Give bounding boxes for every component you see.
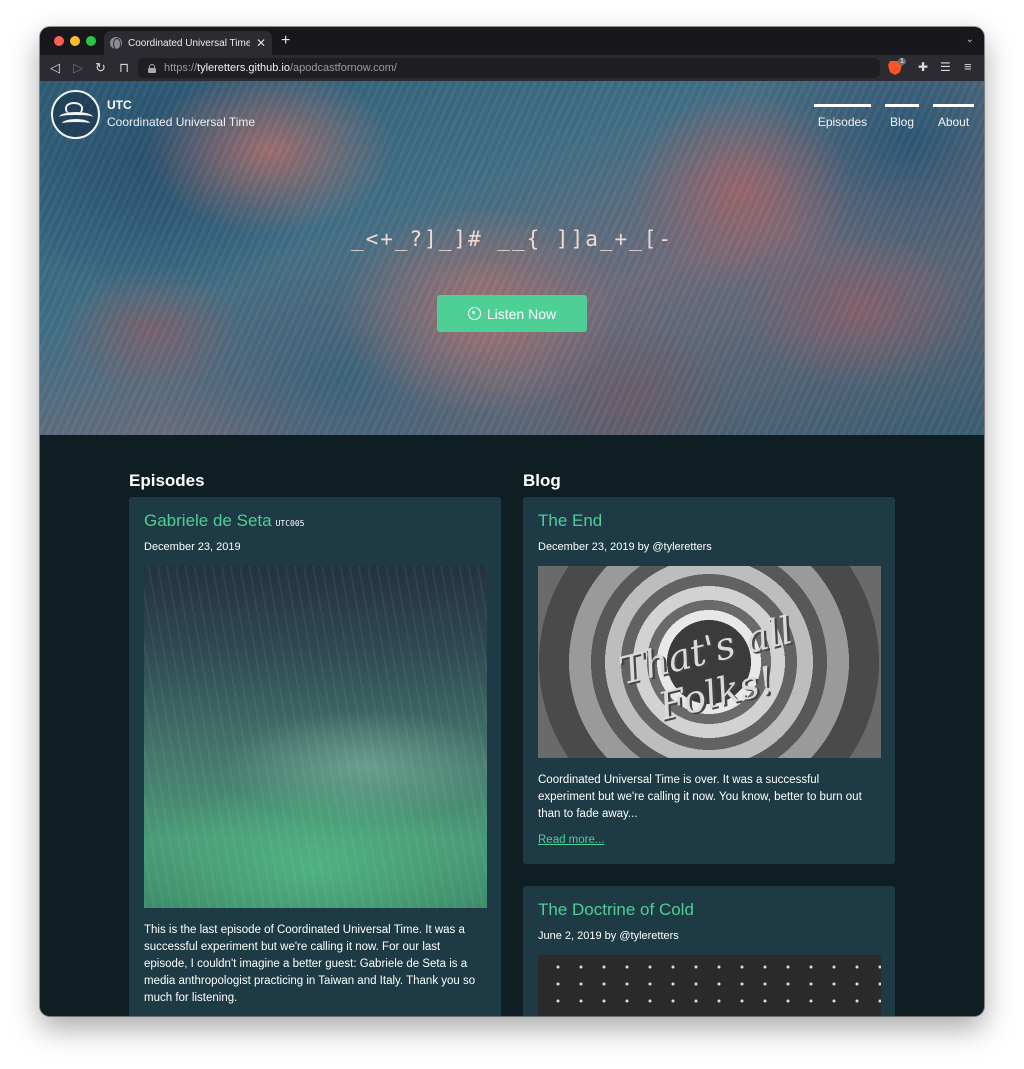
tab-menu-icon[interactable]: ⌄ <box>966 34 974 45</box>
episode-card: Gabriele de Seta UTC005 December 23, 2019… <box>129 497 501 1016</box>
nav-episodes[interactable]: Episodes <box>814 104 871 129</box>
hero-banner: UTC Coordinated Universal Time Episodes … <box>40 81 984 435</box>
forward-icon[interactable]: ▷ <box>73 59 83 77</box>
blog-post-meta: December 23, 2019 by @tyleretters <box>538 541 712 553</box>
blog-post-title[interactable]: The Doctrine of Cold <box>538 900 881 920</box>
globe-icon <box>110 37 122 50</box>
listen-now-label: Listen Now <box>486 305 557 322</box>
episodes-heading: Episodes <box>129 471 205 490</box>
site-short-name[interactable]: UTC <box>107 98 132 112</box>
episode-image[interactable] <box>144 566 487 908</box>
url-host: tyleretters.github.io <box>197 62 290 74</box>
url-path: /apodcastfornow.com/ <box>289 62 397 74</box>
playlist-icon[interactable]: ☰ <box>940 60 951 74</box>
blog-post-image[interactable] <box>538 955 881 1016</box>
blog-post-title[interactable]: The End <box>538 511 881 531</box>
blog-post-excerpt: Coordinated Universal Time is over. It w… <box>538 774 862 820</box>
menu-icon[interactable]: ≡ <box>964 59 972 74</box>
episode-description: This is the last episode of Coordinated … <box>144 924 476 1004</box>
back-icon[interactable]: ◁ <box>50 59 60 77</box>
episode-date: December 23, 2019 <box>144 541 241 553</box>
episode-code: UTC005 <box>275 519 305 528</box>
extensions-icon[interactable]: ✚ <box>918 60 928 74</box>
bookmark-icon[interactable]: ⊓ <box>119 59 129 77</box>
address-bar[interactable]: https://tyleretters.github.io/apodcastfo… <box>138 58 880 78</box>
utc-logo-icon[interactable] <box>51 90 100 139</box>
browser-tab[interactable]: Coordinated Universal Time | A ✕ <box>104 31 272 55</box>
hero-glyph-text: _<+_?]_]# __{ ]]a_+_[- <box>350 227 674 251</box>
image-lettering: That's all Folks! <box>614 607 797 729</box>
main-content: Episodes Blog Gabriele de Seta UTC005 Dec… <box>40 435 984 1016</box>
new-tab-button[interactable]: + <box>281 32 290 50</box>
maximize-window-button[interactable] <box>86 36 96 46</box>
close-tab-icon[interactable]: ✕ <box>256 36 266 50</box>
browser-toolbar: ◁ ▷ ↻ ⊓ https://tyleretters.github.io/ap… <box>40 55 984 81</box>
tab-strip: Coordinated Universal Time | A ✕ + ⌄ <box>40 27 984 55</box>
nav-about[interactable]: About <box>933 104 974 129</box>
podcast-icon <box>467 307 481 320</box>
listen-now-button[interactable]: Listen Now <box>437 295 587 332</box>
blog-post-meta: June 2, 2019 by @tyleretters <box>538 930 679 942</box>
lock-icon <box>148 63 156 73</box>
reload-icon[interactable]: ↻ <box>95 59 106 77</box>
tab-title: Coordinated Universal Time | A <box>128 37 250 49</box>
shields-badge: 1 <box>898 58 906 65</box>
blog-post-image[interactable]: That's all Folks! <box>538 566 881 758</box>
logo-wave-shape <box>62 119 90 128</box>
read-more-link[interactable]: Read more... <box>538 834 604 846</box>
minimize-window-button[interactable] <box>70 36 80 46</box>
nav-blog[interactable]: Blog <box>885 104 919 129</box>
close-window-button[interactable] <box>54 36 64 46</box>
url-text: https://tyleretters.github.io/apodcastfo… <box>164 62 397 74</box>
site-full-name[interactable]: Coordinated Universal Time <box>107 115 255 129</box>
episode-title: Gabriele de Seta <box>144 511 272 530</box>
browser-window: Coordinated Universal Time | A ✕ + ⌄ ◁ ▷… <box>40 27 984 1016</box>
episode-title-link[interactable]: Gabriele de Seta UTC005 <box>144 511 487 531</box>
url-prefix: https:// <box>164 62 198 74</box>
blog-post-card: The Doctrine of Cold June 2, 2019 by @ty… <box>523 886 895 1016</box>
blog-heading: Blog <box>523 471 561 490</box>
blog-post-card: The End December 23, 2019 by @tyleretter… <box>523 497 895 864</box>
